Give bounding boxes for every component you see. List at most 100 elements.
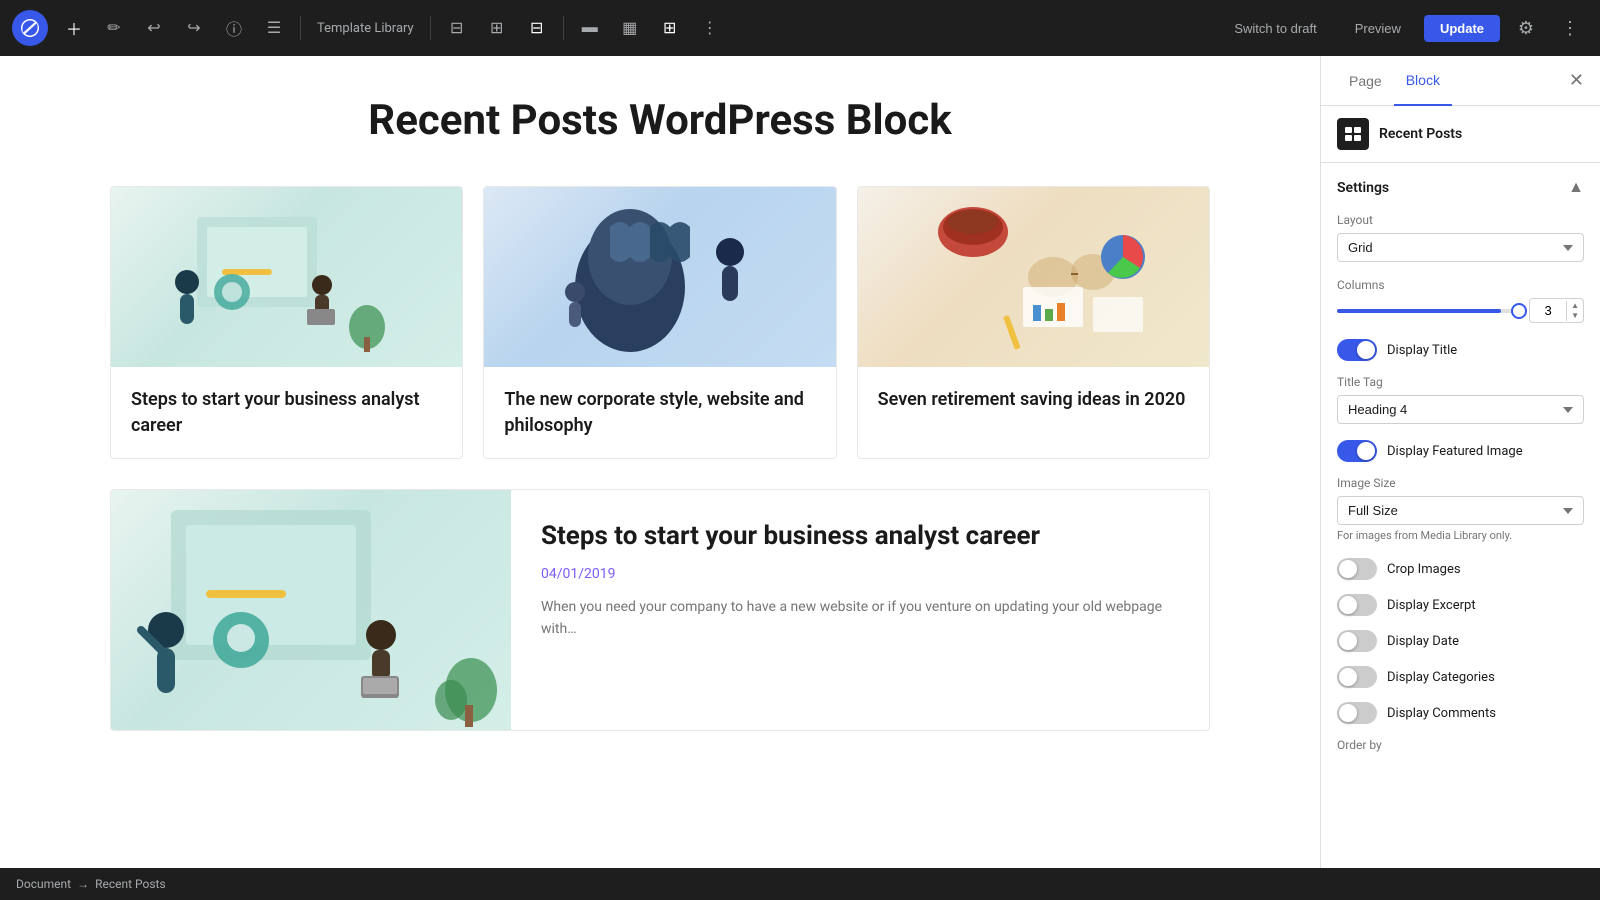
toggle-display-date-control[interactable] bbox=[1337, 630, 1377, 652]
toggle-track-display-featured-image[interactable] bbox=[1337, 440, 1377, 462]
layout-label: Layout bbox=[1337, 213, 1584, 227]
toggle-label-display-date: Display Date bbox=[1387, 634, 1459, 649]
toggle-track-display-categories[interactable] bbox=[1337, 666, 1377, 688]
columns-decrement-button[interactable]: ▼ bbox=[1567, 311, 1583, 321]
toolbar: ＋ ✏ ↩ ↪ ⓘ ☰ Template Library ⊟ ⊞ ⊟ ▬ ▦ ⊞… bbox=[0, 0, 1600, 56]
toggle-display-featured-image-control[interactable] bbox=[1337, 440, 1377, 462]
post-card-body-1: Steps to start your business analyst car… bbox=[111, 367, 462, 457]
featured-illus-content bbox=[111, 490, 511, 730]
columns-row-container: Columns ▲ ▼ bbox=[1337, 278, 1584, 323]
image-size-row: Image Size Thumbnail Medium Large Full S… bbox=[1337, 476, 1584, 542]
toggle-display-excerpt-control[interactable] bbox=[1337, 594, 1377, 616]
slider-fill bbox=[1337, 309, 1501, 313]
align-center-button[interactable]: ⊞ bbox=[479, 10, 515, 46]
toggle-thumb-display-title bbox=[1357, 341, 1375, 359]
switch-draft-button[interactable]: Switch to draft bbox=[1219, 14, 1331, 43]
toggle-thumb-display-comments bbox=[1339, 704, 1357, 722]
post-card-title-1: Steps to start your business analyst car… bbox=[131, 387, 442, 437]
columns-slider[interactable] bbox=[1337, 301, 1519, 321]
more-icon-button[interactable]: ⋮ bbox=[1552, 10, 1588, 46]
add-block-button[interactable]: ＋ bbox=[56, 10, 92, 46]
slider-track bbox=[1337, 309, 1519, 313]
toggle-track-display-comments[interactable] bbox=[1337, 702, 1377, 724]
tab-block[interactable]: Block bbox=[1394, 56, 1452, 106]
breadcrumb-arrow: → bbox=[77, 877, 89, 891]
post-card-3: Seven retirement saving ideas in 2020 bbox=[857, 186, 1210, 458]
toggle-track-crop-images[interactable] bbox=[1337, 558, 1377, 580]
post-card-title-2: The new corporate style, website and phi… bbox=[504, 387, 815, 437]
view-2-button[interactable]: ▦ bbox=[612, 10, 648, 46]
title-tag-select[interactable]: Heading 1 Heading 2 Heading 3 Heading 4 … bbox=[1337, 395, 1584, 424]
toggle-track-display-date[interactable] bbox=[1337, 630, 1377, 652]
breadcrumb-document: Document bbox=[16, 877, 71, 891]
undo-button[interactable]: ↩ bbox=[136, 10, 172, 46]
toggle-thumb-crop-images bbox=[1339, 560, 1357, 578]
post-card-title-3: Seven retirement saving ideas in 2020 bbox=[878, 387, 1189, 412]
featured-post-image bbox=[111, 490, 511, 730]
toggle-display-comments: Display Comments bbox=[1337, 702, 1584, 724]
separator-3 bbox=[563, 16, 564, 40]
toggle-track-display-excerpt[interactable] bbox=[1337, 594, 1377, 616]
editor-content: Recent Posts WordPress Block bbox=[110, 96, 1210, 731]
toggle-display-title-control[interactable] bbox=[1337, 339, 1377, 361]
order-by-row: Order by bbox=[1337, 738, 1584, 752]
illus-content-3 bbox=[858, 187, 1209, 367]
toggle-crop-images: Crop Images bbox=[1337, 558, 1584, 580]
image-size-select[interactable]: Thumbnail Medium Large Full Size bbox=[1337, 496, 1584, 525]
columns-input[interactable] bbox=[1530, 299, 1566, 322]
toggle-label-display-title: Display Title bbox=[1387, 343, 1457, 358]
featured-post-body: Steps to start your business analyst car… bbox=[511, 490, 1209, 730]
toggle-display-comments-control[interactable] bbox=[1337, 702, 1377, 724]
settings-section-header: Settings ▲ bbox=[1337, 179, 1584, 197]
post-card-image-1 bbox=[111, 187, 462, 367]
redo-button[interactable]: ↪ bbox=[176, 10, 212, 46]
toggle-crop-images-control[interactable] bbox=[1337, 558, 1377, 580]
layout-select[interactable]: Grid List bbox=[1337, 233, 1584, 262]
close-panel-button[interactable]: ✕ bbox=[1569, 56, 1584, 105]
settings-icon-button[interactable]: ⚙ bbox=[1508, 10, 1544, 46]
columns-increment-button[interactable]: ▲ bbox=[1567, 301, 1583, 311]
columns-stepper: ▲ ▼ bbox=[1566, 301, 1583, 321]
list-view-button[interactable]: ☰ bbox=[256, 10, 292, 46]
more-options-button[interactable]: ⋮ bbox=[692, 10, 728, 46]
separator-1 bbox=[300, 16, 301, 40]
template-library-label: Template Library bbox=[309, 21, 422, 36]
settings-collapse-button[interactable]: ▲ bbox=[1568, 179, 1584, 197]
illus-content-2 bbox=[484, 187, 835, 367]
tab-page[interactable]: Page bbox=[1337, 56, 1394, 105]
slider-thumb[interactable] bbox=[1511, 303, 1527, 319]
featured-post-excerpt: When you need your company to have a new… bbox=[541, 596, 1179, 641]
image-size-note: For images from Media Library only. bbox=[1337, 529, 1584, 542]
breadcrumb-page: Recent Posts bbox=[95, 877, 166, 891]
align-left-button[interactable]: ⊟ bbox=[439, 10, 475, 46]
columns-number: ▲ ▼ bbox=[1529, 298, 1584, 323]
view-1-button[interactable]: ▬ bbox=[572, 10, 608, 46]
post-card-image-2 bbox=[484, 187, 835, 367]
featured-post-title: Steps to start your business analyst car… bbox=[541, 520, 1179, 554]
toggle-display-categories-control[interactable] bbox=[1337, 666, 1377, 688]
toggle-label-crop-images: Crop Images bbox=[1387, 562, 1461, 577]
recent-posts-icon bbox=[1337, 118, 1369, 150]
align-right-button[interactable]: ⊟ bbox=[519, 10, 555, 46]
settings-section: Settings ▲ Layout Grid List Columns bbox=[1321, 163, 1600, 784]
post-card-2: The new corporate style, website and phi… bbox=[483, 186, 836, 458]
post-card-image-3 bbox=[858, 187, 1209, 367]
illus-content-1 bbox=[111, 187, 462, 367]
info-button[interactable]: ⓘ bbox=[216, 10, 252, 46]
columns-label: Columns bbox=[1337, 278, 1584, 292]
featured-post: Steps to start your business analyst car… bbox=[110, 489, 1210, 731]
view-3-button[interactable]: ⊞ bbox=[652, 10, 688, 46]
wp-logo[interactable] bbox=[12, 10, 48, 46]
preview-button[interactable]: Preview bbox=[1340, 14, 1416, 43]
toggle-label-display-comments: Display Comments bbox=[1387, 706, 1496, 721]
post-grid: Steps to start your business analyst car… bbox=[110, 186, 1210, 458]
update-button[interactable]: Update bbox=[1424, 15, 1500, 42]
edit-button[interactable]: ✏ bbox=[96, 10, 132, 46]
post-card-body-3: Seven retirement saving ideas in 2020 bbox=[858, 367, 1209, 432]
breadcrumb-bar: Document → Recent Posts bbox=[0, 868, 1600, 900]
toggle-display-featured-image: Display Featured Image bbox=[1337, 440, 1584, 462]
toggle-display-excerpt: Display Excerpt bbox=[1337, 594, 1584, 616]
toggle-track-display-title[interactable] bbox=[1337, 339, 1377, 361]
toggle-thumb-display-date bbox=[1339, 632, 1357, 650]
right-panel: Page Block ✕ Recent Posts Settings ▲ bbox=[1320, 56, 1600, 868]
